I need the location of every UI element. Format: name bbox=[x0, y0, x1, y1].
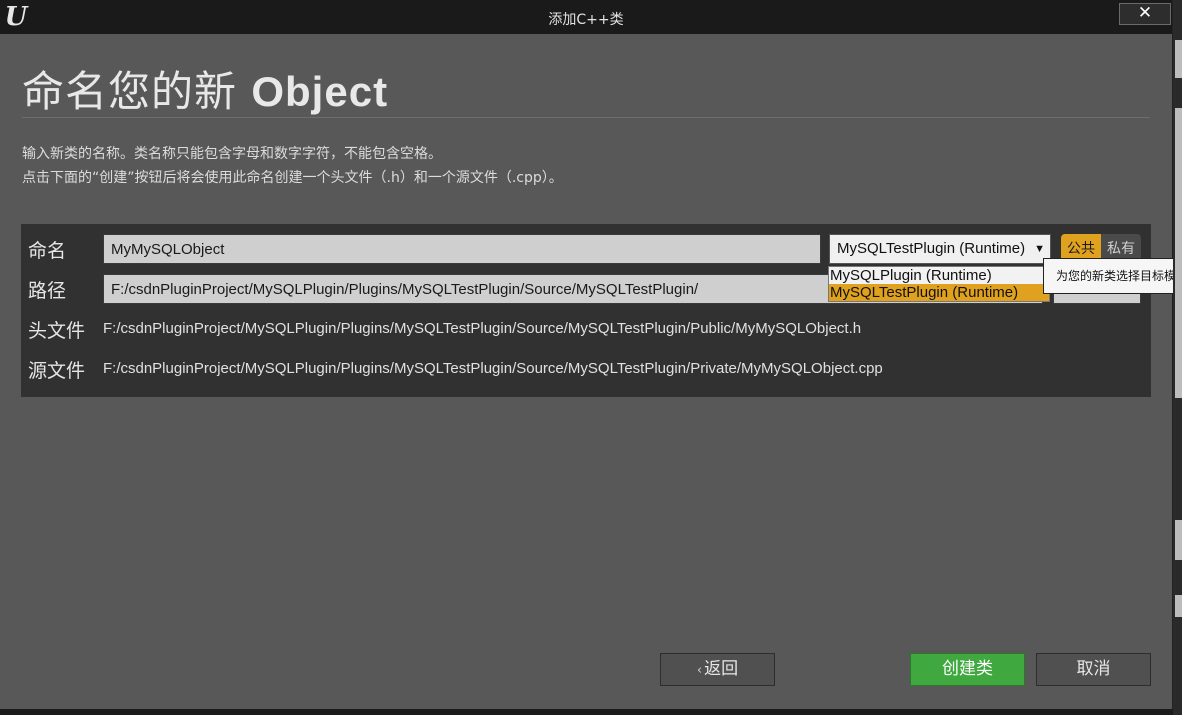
edge-strip bbox=[1175, 520, 1182, 560]
back-button-label: 返回 bbox=[704, 659, 739, 679]
module-option-selected[interactable]: MySQLTestPlugin (Runtime) bbox=[829, 284, 1049, 301]
background-window-edge bbox=[1173, 0, 1182, 715]
source-file-label: 源文件 bbox=[28, 360, 86, 382]
path-label: 路径 bbox=[28, 280, 67, 302]
chevron-left-icon: ‹ bbox=[696, 663, 703, 678]
header-file-label: 头文件 bbox=[28, 320, 86, 342]
source-file-path: F:/csdnPluginProject/MySQLPlugin/Plugins… bbox=[103, 360, 883, 377]
cancel-button[interactable]: 取消 bbox=[1036, 653, 1151, 686]
close-icon: ✕ bbox=[1137, 3, 1153, 23]
module-dropdown-list: MySQLPlugin (Runtime) MySQLTestPlugin (R… bbox=[828, 266, 1050, 302]
header-file-path: F:/csdnPluginProject/MySQLPlugin/Plugins… bbox=[103, 320, 862, 337]
edge-strip bbox=[1175, 595, 1182, 617]
description-line-1: 输入新类的名称。类名称只能包含字母和数字字符，不能包含空格。 bbox=[22, 146, 442, 162]
description-line-2: 点击下面的“创建”按钮后将会使用此命名创建一个头文件（.h）和一个源文件（.cp… bbox=[22, 170, 563, 186]
module-option[interactable]: MySQLPlugin (Runtime) bbox=[829, 267, 1049, 284]
window-title: 添加C++类 bbox=[548, 12, 624, 28]
close-button[interactable]: ✕ bbox=[1119, 3, 1171, 25]
add-cpp-class-dialog: U 添加C++类 ✕ 命名您的新 Object 输入新类的名称。类名称只能包含字… bbox=[0, 0, 1173, 709]
title-divider bbox=[22, 117, 1150, 118]
module-select[interactable]: MySQLTestPlugin (Runtime) ▼ bbox=[829, 234, 1051, 264]
title-bar[interactable]: U 添加C++类 ✕ bbox=[0, 0, 1172, 34]
page-title: 命名您的新 Object bbox=[22, 58, 388, 119]
page-title-class-type: Object bbox=[251, 68, 389, 115]
back-button[interactable]: ‹ 返回 bbox=[660, 653, 775, 686]
class-name-input[interactable]: MyMySQLObject bbox=[103, 234, 821, 264]
edge-strip bbox=[1175, 108, 1182, 398]
edge-strip bbox=[1175, 40, 1182, 78]
page-title-prefix: 命名您的新 bbox=[22, 67, 252, 116]
create-class-button[interactable]: 创建类 bbox=[910, 653, 1025, 686]
class-settings-panel: 命名 MyMySQLObject MySQLTestPlugin (Runtim… bbox=[21, 224, 1151, 397]
module-tooltip: 为您的新类选择目标模块 bbox=[1043, 258, 1182, 294]
name-label: 命名 bbox=[28, 240, 67, 262]
module-select-value: MySQLTestPlugin (Runtime) bbox=[837, 240, 1026, 257]
